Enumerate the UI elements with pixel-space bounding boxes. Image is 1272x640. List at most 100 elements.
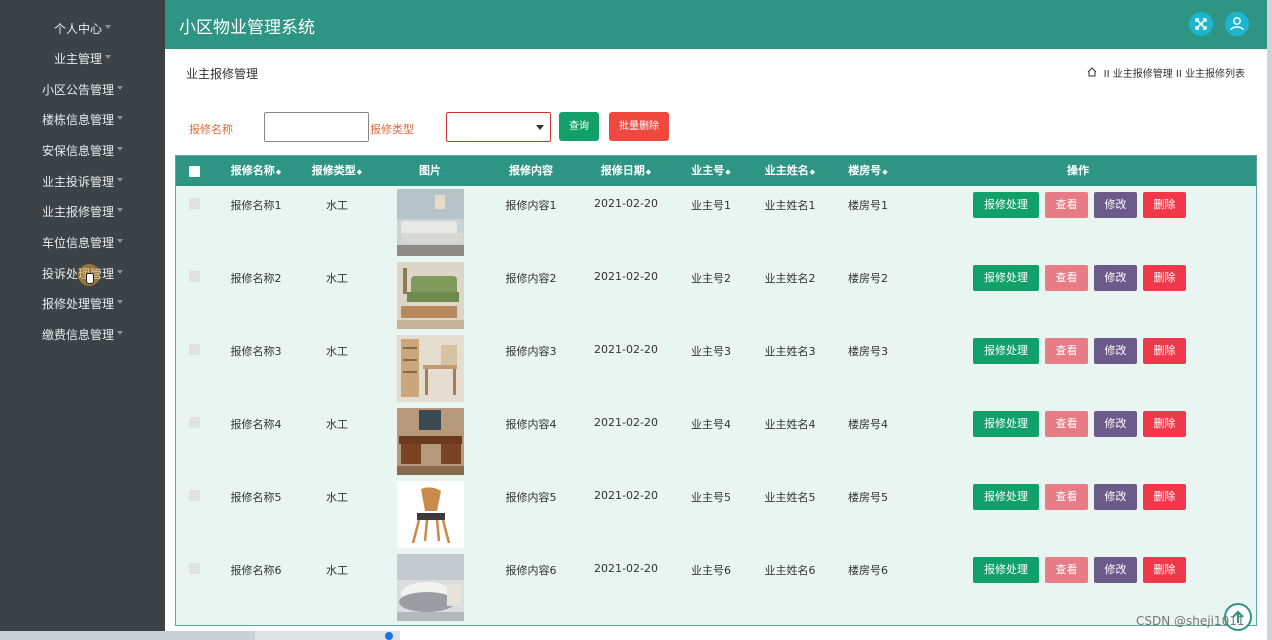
view-button[interactable]: 查看 — [1045, 411, 1088, 437]
batch-delete-button[interactable]: 批量删除 — [609, 112, 669, 141]
browser-status-bar — [0, 631, 400, 640]
repair-handle-button[interactable]: 报修处理 — [973, 484, 1039, 510]
repair-handle-button[interactable]: 报修处理 — [973, 557, 1039, 583]
repair-name-input[interactable] — [264, 112, 369, 142]
cell-repair-content: 报修内容6 — [505, 564, 557, 577]
query-button[interactable]: 查询 — [559, 112, 599, 141]
column-header-owner-name[interactable]: 业主姓名◆ — [760, 156, 820, 186]
column-header-date[interactable]: 报修日期◆ — [594, 156, 658, 186]
cell-repair-name: 报修名称2 — [230, 272, 282, 285]
app-root: 个人中心 业主管理 小区公告管理 楼栋信息管理 安保信息管理 业主投诉管理 业主… — [0, 0, 1272, 640]
row-checkbox[interactable] — [189, 417, 200, 428]
caret-down-icon — [117, 299, 123, 304]
edit-button[interactable]: 修改 — [1094, 484, 1137, 510]
column-header-type[interactable]: 报修类型◆ — [307, 156, 367, 186]
sidebar-item-building-management[interactable]: 楼栋信息管理 — [0, 105, 165, 135]
breadcrumb-item: 业主报修列表 — [1185, 69, 1245, 80]
cell-owner-name: 业主姓名4 — [764, 418, 816, 431]
column-header-owner-no[interactable]: 业主号◆ — [686, 156, 736, 186]
repair-type-select[interactable] — [446, 112, 551, 142]
sort-icon: ◆ — [809, 168, 816, 176]
repair-handle-button[interactable]: 报修处理 — [973, 265, 1039, 291]
caret-down-icon — [117, 85, 123, 90]
view-button[interactable]: 查看 — [1045, 265, 1088, 291]
repair-handle-button[interactable]: 报修处理 — [973, 411, 1039, 437]
view-button[interactable]: 查看 — [1045, 192, 1088, 218]
cell-repair-content: 报修内容2 — [505, 272, 557, 285]
pointer-cursor-icon — [86, 273, 94, 284]
caret-down-icon — [117, 330, 123, 335]
repair-handle-button[interactable]: 报修处理 — [973, 338, 1039, 364]
cell-repair-date: 2021-02-20 — [594, 489, 658, 502]
breadcrumb-item[interactable]: 业主报修管理 — [1113, 69, 1173, 80]
cell-repair-content: 报修内容3 — [505, 345, 557, 358]
furniture-image — [397, 408, 464, 475]
sidebar-item-personal-center[interactable]: 个人中心 — [0, 14, 165, 44]
delete-button[interactable]: 删除 — [1143, 484, 1186, 510]
cell-repair-content: 报修内容4 — [505, 418, 557, 431]
sidebar-item-owner-management[interactable]: 业主管理 — [0, 44, 165, 74]
edit-button[interactable]: 修改 — [1094, 557, 1137, 583]
row-checkbox[interactable] — [189, 490, 200, 501]
view-button[interactable]: 查看 — [1045, 484, 1088, 510]
edit-button[interactable]: 修改 — [1094, 338, 1137, 364]
sidebar-item-security-management[interactable]: 安保信息管理 — [0, 136, 165, 166]
home-icon[interactable] — [1087, 67, 1097, 80]
furniture-image — [397, 481, 464, 548]
cell-repair-date: 2021-02-20 — [594, 197, 658, 210]
sidebar-item-repair-management[interactable]: 业主报修管理 — [0, 197, 165, 227]
column-header-building[interactable]: 楼房号◆ — [843, 156, 893, 186]
cell-repair-date: 2021-02-20 — [594, 270, 658, 283]
repair-type-label: 报修类型 — [370, 123, 414, 136]
furniture-image — [397, 189, 464, 256]
caret-down-icon — [117, 207, 123, 212]
repair-handle-button[interactable]: 报修处理 — [973, 192, 1039, 218]
watermark: CSDN @sheji1011 — [1136, 614, 1245, 628]
scrollbar[interactable] — [1267, 0, 1272, 640]
cell-repair-type: 水工 — [326, 345, 348, 358]
user-icon[interactable] — [1225, 12, 1249, 36]
edit-button[interactable]: 修改 — [1094, 192, 1137, 218]
sidebar-item-notice-management[interactable]: 小区公告管理 — [0, 75, 165, 105]
main-content: 业主报修管理 II 业主报修管理 II 业主报修列表 报修名称 报修类型 查询 … — [165, 49, 1267, 640]
caret-down-icon — [117, 238, 123, 243]
view-button[interactable]: 查看 — [1045, 557, 1088, 583]
cell-repair-type: 水工 — [326, 418, 348, 431]
cell-repair-date: 2021-02-20 — [594, 562, 658, 575]
row-checkbox[interactable] — [189, 198, 200, 209]
cell-owner-name: 业主姓名3 — [764, 345, 816, 358]
cell-building-no: 楼房号6 — [848, 564, 888, 577]
sidebar-item-parking-management[interactable]: 车位信息管理 — [0, 228, 165, 258]
expand-icon[interactable] — [1189, 12, 1213, 36]
view-button[interactable]: 查看 — [1045, 338, 1088, 364]
sidebar-item-repair-handling[interactable]: 报修处理管理 — [0, 289, 165, 319]
edit-button[interactable]: 修改 — [1094, 265, 1137, 291]
furniture-image — [397, 262, 464, 329]
cell-repair-type: 水工 — [326, 564, 348, 577]
row-checkbox[interactable] — [189, 563, 200, 574]
cell-owner-no: 业主号1 — [691, 199, 731, 212]
cell-repair-date: 2021-02-20 — [594, 343, 658, 356]
cell-building-no: 楼房号2 — [848, 272, 888, 285]
cell-owner-name: 业主姓名1 — [764, 199, 816, 212]
cell-building-no: 楼房号5 — [848, 491, 888, 504]
cell-owner-no: 业主号2 — [691, 272, 731, 285]
delete-button[interactable]: 删除 — [1143, 192, 1186, 218]
delete-button[interactable]: 删除 — [1143, 557, 1186, 583]
edit-button[interactable]: 修改 — [1094, 411, 1137, 437]
sidebar-item-payment-management[interactable]: 缴费信息管理 — [0, 320, 165, 350]
repair-table: 报修名称◆ 报修类型◆ 图片 报修内容 报修日期◆ 业主号◆ 业主姓名◆ 楼房号… — [175, 155, 1257, 626]
delete-button[interactable]: 删除 — [1143, 338, 1186, 364]
column-header-name[interactable]: 报修名称◆ — [226, 156, 286, 186]
row-checkbox[interactable] — [189, 271, 200, 282]
delete-button[interactable]: 删除 — [1143, 411, 1186, 437]
delete-button[interactable]: 删除 — [1143, 265, 1186, 291]
select-all-checkbox[interactable] — [189, 166, 200, 177]
cell-owner-name: 业主姓名6 — [764, 564, 816, 577]
breadcrumb: II 业主报修管理 II 业主报修列表 — [1087, 65, 1245, 80]
cell-building-no: 楼房号3 — [848, 345, 888, 358]
caret-down-icon — [117, 115, 123, 120]
row-checkbox[interactable] — [189, 344, 200, 355]
sidebar-item-complaint-management[interactable]: 业主投诉管理 — [0, 167, 165, 197]
column-header-actions: 操作 — [1067, 164, 1089, 177]
